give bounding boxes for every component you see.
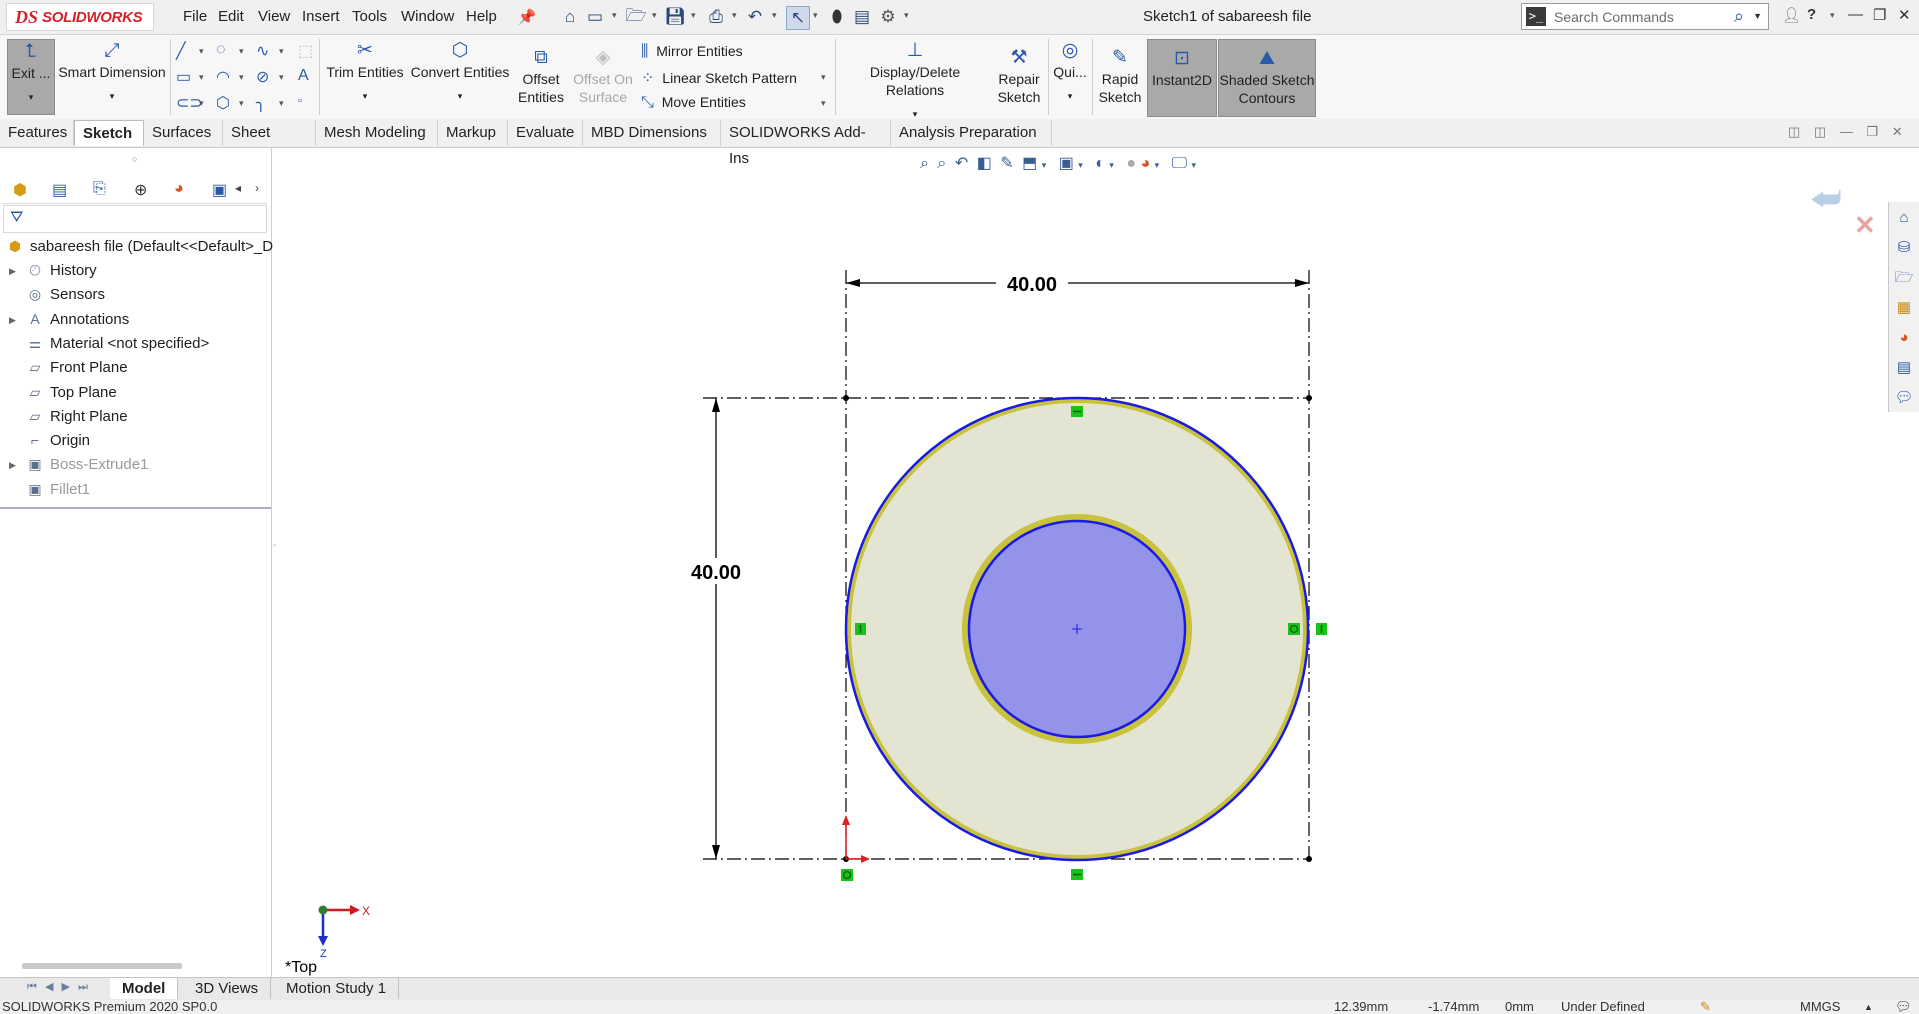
first-tab-icon[interactable]: ⏮ <box>27 981 37 993</box>
front-plane-icon: ▱ <box>29 359 41 376</box>
tree-expand-arrow-icon[interactable]: ▶ <box>9 266 16 277</box>
tab-model[interactable]: Model <box>110 978 179 999</box>
tree-expand-arrow-icon[interactable]: ▶ <box>9 460 16 471</box>
tree-item-label: Origin <box>50 432 91 450</box>
appearances-scenes-icon[interactable]: ◕ <box>1893 327 1915 349</box>
status-unit-system[interactable]: MMGS <box>1800 1000 1840 1014</box>
tree-item-label: Right Plane <box>50 407 128 425</box>
material-icon: ⚌ <box>28 334 42 351</box>
history-icon: 🕘︎ <box>29 262 41 278</box>
corner-point-top-right[interactable] <box>1306 395 1312 401</box>
corner-point-bottom-right[interactable] <box>1306 856 1312 862</box>
view-orientation-label: *Top <box>285 959 317 976</box>
tree-item[interactable]: A Annotations <box>26 311 129 328</box>
view-palette-icon[interactable]: ▦ <box>1893 297 1915 319</box>
dimension-text-vertical[interactable]: 40.00 <box>691 562 741 584</box>
origin-x-arrow-icon <box>861 855 870 863</box>
origin-icon: ⌐ <box>30 432 40 449</box>
tree-item-label: Front Plane <box>50 359 128 377</box>
triad-z-arrow-icon <box>318 936 328 946</box>
triad-x-arrow-icon <box>350 905 360 915</box>
tree-item[interactable]: ▱ Front Plane <box>26 359 128 376</box>
tree-item[interactable]: ▣ Boss-Extrude1 <box>26 456 148 473</box>
boss-extrude-icon: ▣ <box>28 456 42 473</box>
vertical-dimension[interactable]: 40.00 <box>688 398 744 859</box>
dimension-arrow-left-icon <box>846 279 860 287</box>
custom-properties-icon[interactable]: ▤ <box>1893 357 1915 379</box>
tree-item[interactable]: ▣ Fillet1 <box>26 481 90 498</box>
view-triad: X Z <box>318 904 370 960</box>
tree-item-label: Sensors <box>50 286 106 304</box>
unit-system-dropdown-icon[interactable]: ▲ <box>1864 1000 1873 1014</box>
graphics-area[interactable]: 40.00 40.00 X Z *Top <box>0 0 1919 1014</box>
rebuild-status-icon[interactable]: ✎ <box>1700 1000 1711 1014</box>
bottom-tab-nav: ⏮ ◀ ▶ ⏭ <box>27 980 88 994</box>
tree-item[interactable]: ⚌ Material <not specified> <box>26 334 210 352</box>
status-tooltip-icon[interactable]: 💬︎ <box>1895 1000 1912 1014</box>
dimension-arrow-up-icon <box>712 398 720 412</box>
sensors-icon: ◎ <box>28 286 42 303</box>
status-x-coordinate: 12.39mm <box>1334 999 1389 1014</box>
tree-item[interactable]: ⌐ Origin <box>26 432 90 449</box>
fillet-icon: ▣ <box>28 480 42 497</box>
relation-origin-icon[interactable] <box>841 869 853 881</box>
tree-item[interactable]: 🕘︎ History <box>26 262 97 279</box>
tree-item-label: Top Plane <box>50 383 117 401</box>
status-sketch-state: Under Defined <box>1561 999 1645 1014</box>
horizontal-dimension[interactable]: 40.00 <box>846 270 1309 296</box>
triad-x-label: X <box>362 904 370 918</box>
sketch-origin[interactable] <box>842 815 870 863</box>
tree-item-label: History <box>50 262 97 279</box>
annotations-icon: A <box>30 310 40 327</box>
relation-coincident-right-icon[interactable] <box>1288 623 1300 635</box>
triad-center-icon <box>318 905 328 915</box>
prev-tab-icon[interactable]: ◀ <box>45 981 53 993</box>
status-z-coordinate: 0mm <box>1505 999 1534 1014</box>
status-y-coordinate: -1.74mm <box>1428 999 1480 1014</box>
last-tab-icon[interactable]: ⏭ <box>78 981 88 993</box>
tree-item-label: Boss-Extrude1 <box>50 456 149 474</box>
tab-3d-views[interactable]: 3D Views <box>183 978 272 999</box>
next-tab-icon[interactable]: ▶ <box>62 981 70 993</box>
tree-item[interactable]: ▱ Top Plane <box>26 384 117 401</box>
forum-icon[interactable]: 💬︎ <box>1893 387 1915 409</box>
tree-item-label: Material <not specified> <box>50 334 210 352</box>
file-explorer-icon[interactable]: 🗁 <box>1893 267 1915 289</box>
design-library-icon[interactable]: ⛁ <box>1893 237 1915 259</box>
right-plane-icon: ▱ <box>29 407 41 424</box>
tree-expand-arrow-icon[interactable]: ▶ <box>9 315 16 326</box>
dimension-arrow-down-icon <box>712 845 720 859</box>
dimension-text-horizontal[interactable]: 40.00 <box>1007 274 1057 296</box>
tab-motion-study-1[interactable]: Motion Study 1 <box>274 978 400 999</box>
rollback-bar[interactable] <box>0 507 271 509</box>
top-plane-icon: ▱ <box>29 383 41 400</box>
origin-y-arrow-icon <box>842 815 850 825</box>
solidworks-resources-home-icon[interactable]: ⌂ <box>1893 207 1915 229</box>
tree-item-label: Annotations <box>50 310 130 328</box>
tree-item[interactable]: ▱ Right Plane <box>26 408 128 425</box>
triad-z-label: Z <box>320 948 327 960</box>
tree-item[interactable]: ◎ Sensors <box>26 286 105 303</box>
corner-point-top-left[interactable] <box>843 395 849 401</box>
dimension-arrow-right-icon <box>1295 279 1309 287</box>
tree-item-label: Fillet1 <box>50 480 91 498</box>
status-product-version: SOLIDWORKS Premium 2020 SP0.0 <box>2 999 218 1014</box>
